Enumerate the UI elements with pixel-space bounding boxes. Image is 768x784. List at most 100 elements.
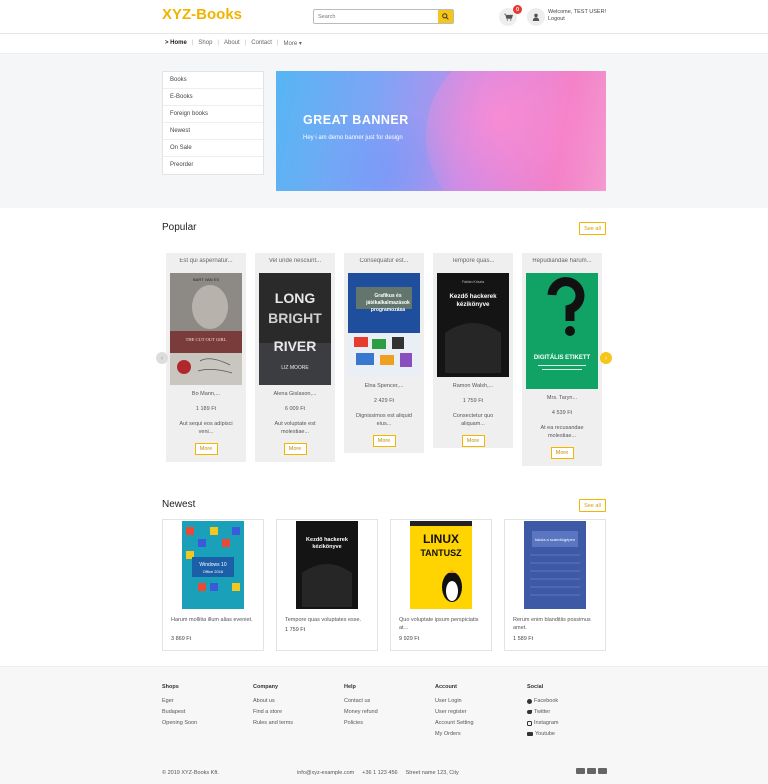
more-button[interactable]: More <box>550 447 574 459</box>
facebook-icon <box>527 698 532 704</box>
footer-column-shops: Shops Eger Budapest Opening Soon <box>162 684 197 731</box>
banner-title: GREAT BANNER <box>303 113 409 127</box>
more-button[interactable]: More <box>283 443 307 455</box>
product-description: Rerum enim blanditiis possimus amet. <box>513 617 591 631</box>
book-cover: Windows 10 Office 2016 <box>182 521 244 609</box>
user-avatar[interactable] <box>527 8 545 26</box>
instagram-link[interactable]: Instagram <box>527 720 558 726</box>
nav-home[interactable]: > Home <box>165 40 187 47</box>
product-price: 1 759 Ft <box>285 627 306 633</box>
product-price: 2 429 Ft <box>373 398 395 404</box>
footer-link[interactable]: Money refund <box>344 709 378 715</box>
footer-contact: info@xyz-example.com +36 1 123 456 Stree… <box>297 770 459 776</box>
nav-shop[interactable]: Shop <box>198 40 212 47</box>
svg-text:LONG: LONG <box>275 290 316 306</box>
product-card[interactable]: LINUX TANTUSZ Quo voluptate ipsum perspi… <box>390 519 492 651</box>
product-description: Harum mollitia illum alias eveniet. <box>171 617 253 623</box>
popular-see-all-button[interactable]: See all <box>579 222 606 235</box>
product-title: Repudiandae harum... <box>532 258 592 264</box>
youtube-icon <box>527 732 533 737</box>
card-icon <box>576 768 585 774</box>
footer-link[interactable]: Opening Soon <box>162 720 197 726</box>
product-card[interactable]: Windows 10 Office 2016 Harum mollitia il… <box>162 519 264 651</box>
nav-contact[interactable]: Contact <box>251 40 272 47</box>
category-foreign-books[interactable]: Foreign books <box>163 106 263 124</box>
svg-text:Windows 10: Windows 10 <box>199 562 226 568</box>
search-input[interactable] <box>314 10 438 23</box>
product-author: Ramon Walsh,... <box>452 383 494 389</box>
more-button[interactable]: More <box>461 435 485 447</box>
svg-text:játékalkalmazások: játékalkalmazások <box>365 300 410 306</box>
product-title: Consequatur est... <box>359 258 409 264</box>
product-card[interactable]: Kezdő hackerek kézikönyve Tempore quas v… <box>276 519 378 651</box>
footer-link[interactable]: My Orders <box>435 731 474 737</box>
nav-separator: | <box>217 40 219 46</box>
svg-text:Kezdő hackerek: Kezdő hackerek <box>306 537 349 543</box>
svg-text:THE CUT OUT GIRL: THE CUT OUT GIRL <box>186 337 227 342</box>
banner-decoration <box>426 71 606 191</box>
svg-text:programozása: programozása <box>371 307 405 313</box>
facebook-link[interactable]: Facebook <box>527 698 558 704</box>
product-author: Mrs. Taryn... <box>546 395 578 401</box>
footer-link[interactable]: User register <box>435 709 474 715</box>
svg-text:LIZ MOORE: LIZ MOORE <box>281 365 309 371</box>
footer-link[interactable]: Rules and terms <box>253 720 293 726</box>
svg-text:TANTUSZ: TANTUSZ <box>420 548 462 558</box>
footer-link[interactable]: Find a store <box>253 709 293 715</box>
cart-count-badge: 0 <box>513 5 522 14</box>
svg-text:Fábián Kriszta: Fábián Kriszta <box>462 280 484 284</box>
product-card[interactable]: Vel unde nesciunt... LONG BRIGHT RIVER L… <box>255 253 335 462</box>
category-preorder[interactable]: Preorder <box>163 157 263 174</box>
site-logo[interactable]: XYZ-Books <box>162 6 242 23</box>
book-cover: Fábián Kriszta Kezdő hackerek kézikönyve <box>437 273 509 377</box>
footer-heading: Help <box>344 684 356 690</box>
product-card[interactable]: Repudiandae harum... DIGITÁLIS ETIKETT M… <box>522 253 602 466</box>
card-icon <box>598 768 607 774</box>
category-on-sale[interactable]: On Sale <box>163 140 263 158</box>
logout-link[interactable]: Logout <box>548 16 565 22</box>
footer-link[interactable]: Budapest <box>162 709 197 715</box>
book-cover: DIGITÁLIS ETIKETT <box>526 273 598 389</box>
footer-link[interactable]: Contact us <box>344 698 378 704</box>
more-button[interactable]: More <box>372 435 396 447</box>
footer-heading: Account <box>435 684 457 690</box>
popular-section-title: Popular <box>162 222 197 233</box>
promo-banner[interactable]: GREAT BANNER Hey i am demo banner just f… <box>276 71 606 191</box>
product-author: Bo Mann,... <box>191 391 221 397</box>
book-cover: Kezdő hackerek kézikönyve <box>296 521 358 609</box>
footer-email[interactable]: info@xyz-example.com <box>297 770 354 776</box>
footer-address: Street name 123, City <box>405 770 459 776</box>
product-card[interactable]: Est qui aspernatur... BART VAN ES THE CU… <box>166 253 246 462</box>
product-card[interactable]: Iskola a számítógépen Rerum enim blandit… <box>504 519 606 651</box>
product-title: Tempore quas... <box>451 258 495 264</box>
welcome-text: Welcome, TEST USER! <box>548 9 607 15</box>
carousel-prev-button[interactable]: ‹ <box>156 352 168 364</box>
category-newest[interactable]: Newest <box>163 123 263 141</box>
newest-see-all-button[interactable]: See all <box>579 499 606 512</box>
product-card[interactable]: Tempore quas... Fábián Kriszta Kezdő hac… <box>433 253 513 448</box>
svg-text:BART VAN ES: BART VAN ES <box>193 277 219 282</box>
youtube-link[interactable]: Youtube <box>527 731 558 737</box>
book-cover: Iskola a számítógépen <box>524 521 586 609</box>
footer-link[interactable]: User Login <box>435 698 474 704</box>
twitter-link[interactable]: Twitter <box>527 709 558 715</box>
nav-about[interactable]: About <box>224 40 240 47</box>
footer-link[interactable]: Account Setting <box>435 720 474 726</box>
category-books[interactable]: Books <box>163 72 263 90</box>
product-price: 9 929 Ft <box>399 636 420 642</box>
svg-text:kézikönyve: kézikönyve <box>312 544 341 550</box>
nav-more-dropdown[interactable]: More ▾ <box>283 40 301 47</box>
search-button[interactable] <box>438 10 453 23</box>
carousel-next-button[interactable]: › <box>600 352 612 364</box>
nav-separator: | <box>276 40 279 46</box>
footer-link[interactable]: Eger <box>162 698 197 704</box>
more-button[interactable]: More <box>194 443 218 455</box>
svg-text:Iskola a számítógépen: Iskola a számítógépen <box>535 537 575 542</box>
product-description: Tempore quas voluptates esse. <box>285 617 362 623</box>
product-card[interactable]: Consequatur est... Grafikus és játékalka… <box>344 253 424 453</box>
footer-heading: Company <box>253 684 279 690</box>
footer-link[interactable]: Policies <box>344 720 378 726</box>
category-ebooks[interactable]: E-Books <box>163 89 263 107</box>
footer-link[interactable]: About us <box>253 698 293 704</box>
product-author: Alena Gislason,... <box>273 391 317 397</box>
